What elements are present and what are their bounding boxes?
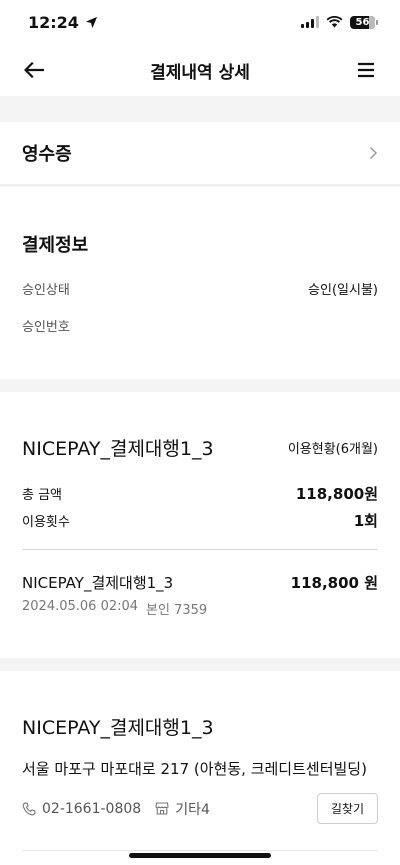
merchant-section: NICEPAY_결제대행1_3 서울 마포구 마포대로 217 (아현동, 크레… [0,671,400,850]
transaction-name: NICEPAY_결제대행1_3 [22,574,174,592]
merchant-phone[interactable]: 02-1661-0808 [22,801,141,817]
status-bar: 12:24 56 [0,0,400,44]
divider [22,549,378,550]
page-title: 결제내역 상세 [150,62,250,83]
approval-number-row: 승인번호 [22,316,378,335]
usage-store-name: NICEPAY_결제대행1_3 [22,438,214,460]
total-amount-value: 118,800원 [295,485,378,503]
usage-section: NICEPAY_결제대행1_3 이용현황(6개월) 총 금액 118,800원 … [0,392,400,658]
transaction-card: 본인 7359 [146,603,208,618]
receipt-label: 영수증 [22,144,72,165]
clock-text: 12:24 [28,12,79,32]
transaction-amount: 118,800 원 [290,574,378,592]
cellular-signal-icon [301,16,319,28]
approval-number-label: 승인번호 [22,320,70,335]
receipt-row[interactable]: 영수증 [0,122,400,184]
battery-icon: 56 [350,15,378,29]
hamburger-menu-icon [358,62,374,78]
approval-status-label: 승인상태 [22,283,70,298]
nav-header: 결제내역 상세 [0,44,400,96]
usage-count-label: 이용횟수 [22,515,70,530]
usage-header: NICEPAY_결제대행1_3 이용현황(6개월) [22,434,378,461]
status-icons: 56 [301,15,378,29]
wifi-icon [326,16,343,28]
usage-period-label: 이용현황(6개월) [287,442,378,457]
total-amount-row: 총 금액 118,800원 [22,483,378,504]
status-time: 12:24 [28,13,98,32]
section-gap [0,658,400,671]
transaction-datetime: 2024.05.06 02:04 [22,599,139,614]
transaction-meta: 2024.05.06 02:04 본인 7359 [22,599,378,618]
divider [22,850,378,851]
section-gap [0,379,400,392]
merchant-address: 서울 마포구 마포대로 217 (아현동, 크레디트센터빌딩) [22,760,367,778]
transaction-row[interactable]: NICEPAY_결제대행1_3 118,800 원 [22,572,378,593]
usage-count-row: 이용횟수 1회 [22,510,378,531]
merchant-phone-text: 02-1661-0808 [42,800,142,817]
merchant-contact-info: 02-1661-0808 기타4 [22,799,210,819]
merchant-category-text: 기타4 [175,801,210,818]
usage-count-value: 1회 [353,512,378,530]
approval-status-value: 승인(일시불) [308,283,378,298]
phone-icon [22,801,36,815]
home-indicator [129,853,271,858]
merchant-name: NICEPAY_결제대행1_3 [22,717,214,739]
menu-button[interactable] [354,58,378,82]
payment-info-title: 결제정보 [22,235,89,256]
back-arrow-icon [24,62,44,78]
back-button[interactable] [22,58,46,82]
directions-button[interactable]: 길찾기 [316,793,378,824]
chevron-right-icon [370,147,377,159]
approval-status-row: 승인상태 승인(일시불) [22,279,378,298]
store-icon [155,802,169,815]
total-amount-label: 총 금액 [22,488,63,503]
merchant-contact-row: 02-1661-0808 기타4 길찾기 [22,793,378,824]
section-gap [0,96,400,122]
merchant-category: 기타4 [155,799,210,819]
location-arrow-icon [85,16,98,28]
battery-level: 56 [355,16,370,28]
payment-info-section: 결제정보 승인상태 승인(일시불) 승인번호 [0,187,400,379]
